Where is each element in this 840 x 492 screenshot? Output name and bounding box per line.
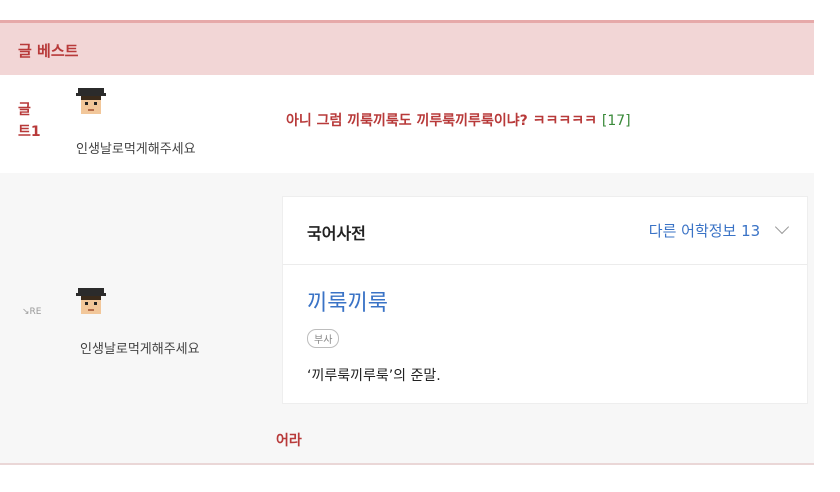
more-dictionary-label[interactable]: 다른 어학정보 13 [649, 222, 760, 240]
board-header: 글 베스트 [0, 20, 814, 75]
dictionary-definition: ‘끼루룩끼루룩’의 준말. [307, 368, 441, 384]
post-category-label: 글 트1 [18, 99, 41, 143]
part-of-speech-badge: 부사 [307, 329, 340, 348]
reply-arrow-icon: ↘RE [22, 307, 42, 317]
comment-count[interactable]: [17] [602, 113, 631, 129]
reply-author-nickname[interactable]: 인생날로먹게해주세요 [80, 338, 200, 357]
more-dictionary-button[interactable]: 다른 어학정보 13 [649, 219, 790, 241]
dictionary-word[interactable]: 끼룩끼룩 [307, 285, 388, 317]
post-category-text: 글 트1 [18, 102, 41, 140]
post-title-text[interactable]: 아니 그럼 끼룩끼룩도 끼루룩끼루룩이냐? ㅋㅋㅋㅋㅋ [286, 113, 597, 129]
post-author-nickname[interactable]: 인생날로먹게해주세요 [76, 138, 196, 157]
board-title[interactable]: 글 베스트 [18, 40, 78, 61]
dictionary-card: 국어사전 다른 어학정보 13 끼룩끼룩 부사 ‘끼루룩끼루룩’의 준말. [282, 196, 808, 404]
dictionary-header: 국어사전 다른 어학정보 13 [283, 197, 807, 265]
chevron-down-icon[interactable] [774, 219, 790, 235]
dictionary-title: 국어사전 [307, 224, 366, 243]
reply-text: 어라 [276, 433, 302, 449]
avatar [74, 84, 108, 118]
post-title[interactable]: 아니 그럼 끼룩끼룩도 끼루룩끼루룩이냐? ㅋㅋㅋㅋㅋ [17] [286, 110, 631, 130]
avatar [74, 284, 108, 318]
reply-icon-text: RE [29, 307, 42, 317]
